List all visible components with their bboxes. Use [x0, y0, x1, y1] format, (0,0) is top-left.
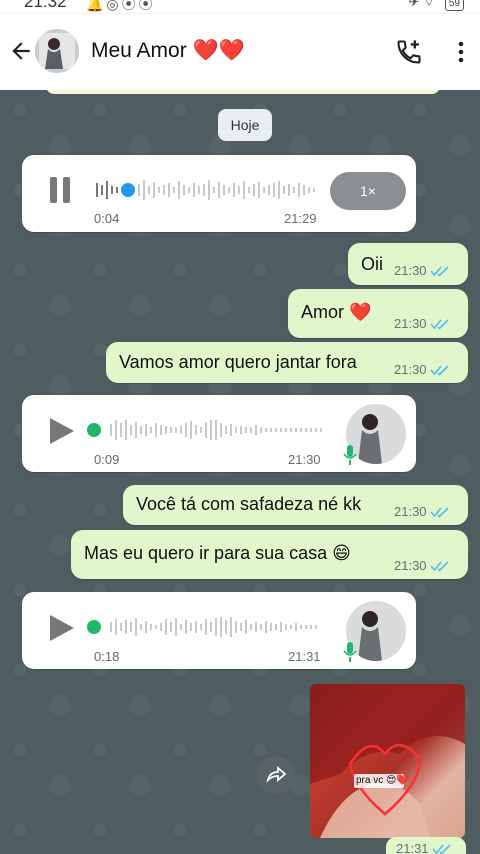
message-meta: 21:30 — [394, 263, 450, 278]
voice-message[interactable]: 0:09 21:30 — [22, 395, 416, 472]
time-label: 21:30 — [394, 362, 427, 377]
message-meta: 21:31 — [396, 841, 452, 854]
time-label: 21:31 — [396, 841, 429, 854]
contact-name[interactable]: Meu Amor ❤️❤️ — [91, 39, 245, 63]
time-label: 21:31 — [288, 649, 321, 664]
voice-waveform[interactable] — [94, 175, 326, 205]
message-text: Você tá com safadeza né kk — [136, 494, 362, 514]
voice-duration: 0:18 — [94, 649, 120, 664]
forward-icon — [266, 766, 287, 783]
add-call-icon[interactable] — [395, 38, 423, 66]
message-text: Oii — [361, 254, 383, 274]
double-check-icon — [429, 265, 449, 277]
play-icon[interactable] — [48, 613, 76, 643]
chat-header: Meu Amor ❤️❤️ — [0, 14, 480, 90]
playback-speed-button[interactable]: 1× — [330, 172, 406, 210]
outgoing-message[interactable]: Amor ❤️ 21:30 — [288, 289, 468, 338]
message-text: Mas eu quero ir para sua casa 😄 — [84, 543, 351, 563]
back-arrow-icon[interactable] — [8, 38, 34, 64]
double-check-icon — [431, 843, 451, 854]
message-meta: 21:30 — [394, 504, 450, 519]
avatar[interactable] — [35, 29, 79, 73]
mic-icon — [343, 445, 357, 465]
time-label: 21:30 — [288, 452, 321, 467]
double-check-icon — [429, 364, 449, 376]
pause-icon[interactable] — [48, 175, 72, 205]
outgoing-message[interactable]: Oii 21:30 — [348, 243, 468, 285]
message-time: 21:29 — [284, 211, 317, 226]
message-meta: 21:30 — [394, 316, 450, 331]
time-label: 21:29 — [284, 211, 317, 226]
time-label: 21:30 — [394, 504, 427, 519]
outgoing-message[interactable]: Mas eu quero ir para sua casa 😄 21:30 — [71, 530, 468, 579]
time-label: 21:30 — [394, 316, 427, 331]
play-icon[interactable] — [48, 416, 76, 446]
double-check-icon — [429, 560, 449, 572]
message-text: Amor ❤️ — [301, 302, 372, 322]
voice-waveform[interactable] — [86, 612, 328, 642]
message-time: 21:31 — [288, 649, 321, 664]
outgoing-message[interactable]: 21:31 — [386, 837, 466, 854]
double-check-icon — [429, 506, 449, 518]
image-message[interactable]: pra vc 😍❤️ — [310, 684, 465, 838]
double-check-icon — [429, 318, 449, 330]
image-caption: pra vc 😍❤️ — [356, 775, 409, 786]
status-time: 21:32 — [24, 0, 67, 11]
battery-indicator: 59 — [444, 0, 464, 11]
outgoing-message[interactable]: Vamos amor quero jantar fora 21:30 — [106, 342, 468, 383]
message-text: Vamos amor quero jantar fora — [119, 352, 357, 372]
voice-duration: 0:09 — [94, 452, 120, 467]
time-label: 21:30 — [394, 263, 427, 278]
mic-icon — [343, 642, 357, 662]
outgoing-message[interactable]: Você tá com safadeza né kk 21:30 — [123, 485, 468, 525]
status-bar: 21:32 🔔◎⦿⦿ ✈ ⌔ 59 — [0, 0, 480, 14]
date-chip: Hoje — [218, 109, 272, 141]
notification-icons: 🔔◎⦿⦿ — [86, 0, 156, 12]
message-time: 21:30 — [288, 452, 321, 467]
chat-area[interactable]: Hoje 0:04 21:29 1× Oii 21:30 Amor ❤️ 21:… — [0, 90, 480, 854]
voice-duration: 0:04 — [94, 211, 120, 226]
time-label: 21:30 — [394, 558, 427, 573]
status-right-icons: ✈ ⌔ 59 — [409, 0, 464, 11]
message-meta: 21:30 — [394, 362, 450, 377]
voice-waveform[interactable] — [86, 415, 328, 445]
more-vert-icon[interactable] — [450, 38, 472, 66]
forward-button[interactable] — [257, 756, 295, 794]
voice-message[interactable]: 0:18 21:31 — [22, 592, 416, 669]
message-meta: 21:30 — [394, 558, 450, 573]
voice-message[interactable]: 0:04 21:29 1× — [22, 155, 416, 232]
previous-message — [46, 90, 440, 94]
